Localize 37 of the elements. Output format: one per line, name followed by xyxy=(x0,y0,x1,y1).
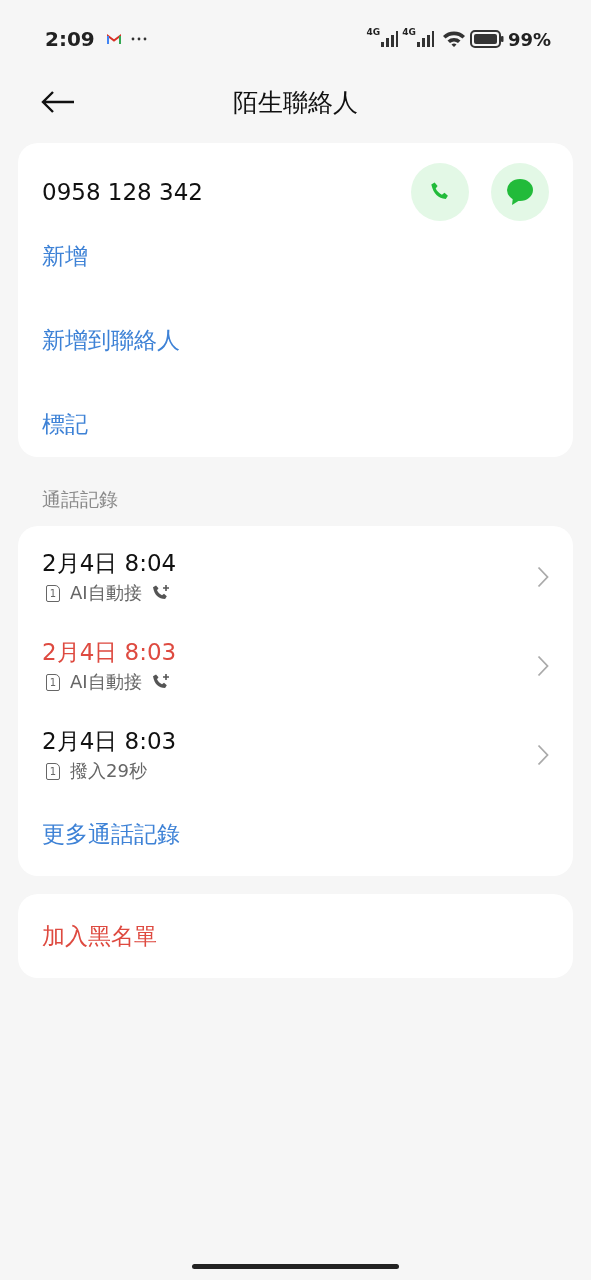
action-link[interactable]: 新增到聯絡人 xyxy=(42,325,549,356)
block-number-button[interactable]: 加入黑名單 xyxy=(42,920,157,952)
mail-icon xyxy=(106,33,121,45)
call-row[interactable]: 2月4日 8:03 1 撥入29秒 xyxy=(42,726,549,783)
chevron-right-icon xyxy=(537,565,549,588)
signal-icon xyxy=(380,31,399,47)
phone-sparkle-icon xyxy=(151,673,171,691)
signal-icon xyxy=(415,31,434,47)
action-link[interactable]: 標記 xyxy=(42,409,549,440)
sim-icon: 1 xyxy=(46,762,60,780)
sim-icon: 1 xyxy=(46,673,60,691)
battery-percentage: 99% xyxy=(507,28,551,50)
chevron-right-icon xyxy=(537,743,549,766)
phone-number: 0958 128 342 xyxy=(42,179,203,205)
page-title: 陌生聯絡人 xyxy=(233,86,358,119)
more-call-history-link[interactable]: 更多通話記錄 xyxy=(42,819,180,850)
chevron-right-icon xyxy=(537,654,549,677)
battery-icon xyxy=(469,30,504,48)
call-detail: AI自動接 xyxy=(70,581,142,605)
sim-icon: 1 xyxy=(46,584,60,602)
chat-bubble-icon xyxy=(505,178,535,206)
call-row[interactable]: 2月4日 8:03 1 AI自動接 xyxy=(42,637,549,694)
call-time: 2月4日 8:03 xyxy=(42,638,178,667)
network-label: 4G xyxy=(366,27,381,37)
call-detail: 撥入29秒 xyxy=(70,759,147,783)
more-icon xyxy=(130,37,147,41)
call-detail: AI自動接 xyxy=(70,670,142,694)
action-link[interactable]: 新增 xyxy=(42,241,549,272)
wifi-icon xyxy=(441,30,466,48)
call-time: 2月4日 8:04 xyxy=(42,549,178,578)
clock: 2:09 xyxy=(45,27,95,51)
section-heading: 通話記錄 xyxy=(42,487,119,512)
phone-sparkle-icon xyxy=(151,584,171,602)
call-time: 2月4日 8:03 xyxy=(42,727,178,756)
network-label: 4G xyxy=(402,27,416,37)
call-row[interactable]: 2月4日 8:04 1 AI自動接 xyxy=(42,548,549,605)
back-arrow-icon xyxy=(40,90,76,114)
